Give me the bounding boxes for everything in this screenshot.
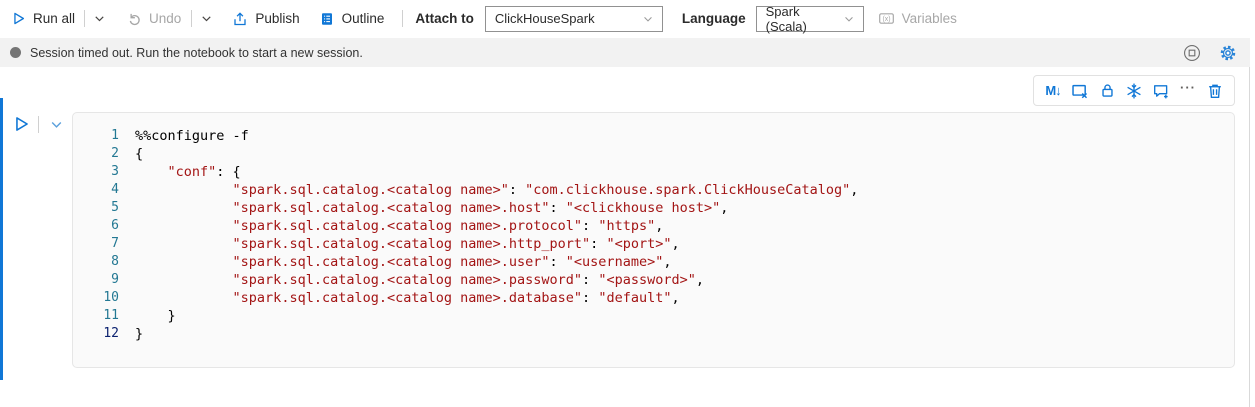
delete-cell-icon[interactable]: [1205, 81, 1225, 101]
separator: [402, 10, 403, 27]
variables-button[interactable]: (x) Variables: [878, 10, 957, 27]
run-cell-icon[interactable]: [11, 114, 31, 134]
undo-icon: [127, 11, 142, 26]
panel-edge-divider: [1249, 67, 1250, 407]
code-line[interactable]: 1%%configure -f: [73, 127, 1234, 145]
publish-icon: [232, 11, 248, 27]
variables-label: Variables: [902, 11, 957, 26]
code-line[interactable]: 3 "conf": {: [73, 163, 1234, 181]
outline-button[interactable]: Outline: [319, 11, 385, 27]
variables-icon: (x): [878, 10, 895, 27]
code-line[interactable]: 8 "spark.sql.catalog.<catalog name>.user…: [73, 253, 1234, 271]
code-line[interactable]: 7 "spark.sql.catalog.<catalog name>.http…: [73, 235, 1234, 253]
line-number: 9: [73, 271, 119, 289]
separator: [38, 116, 39, 133]
line-number: 4: [73, 181, 119, 199]
code-content: "spark.sql.catalog.<catalog name>.protoc…: [119, 217, 1234, 235]
run-all-dropdown-chevron-icon[interactable]: [93, 12, 106, 25]
command-toolbar: Run all Undo Publish Outline: [0, 0, 1255, 37]
code-line[interactable]: 11 }: [73, 307, 1234, 325]
undo-label: Undo: [149, 11, 181, 26]
run-all-button[interactable]: Run all: [11, 11, 75, 26]
line-number: 2: [73, 145, 119, 163]
code-content: "spark.sql.catalog.<catalog name>.user":…: [119, 253, 1234, 271]
code-content: "spark.sql.catalog.<catalog name>.passwo…: [119, 271, 1234, 289]
chevron-down-icon: [642, 13, 654, 25]
session-status-dot-icon: [10, 47, 21, 58]
markdown-glyph: M↓: [1045, 83, 1060, 98]
code-content: "spark.sql.catalog.<catalog name>.databa…: [119, 289, 1234, 307]
line-number: 3: [73, 163, 119, 181]
run-all-label: Run all: [33, 11, 75, 26]
freeze-cell-icon[interactable]: [1124, 81, 1144, 101]
code-line[interactable]: 4 "spark.sql.catalog.<catalog name>": "c…: [73, 181, 1234, 199]
code-content: "spark.sql.catalog.<catalog name>": "com…: [119, 181, 1234, 199]
code-line[interactable]: 5 "spark.sql.catalog.<catalog name>.host…: [73, 199, 1234, 217]
convert-to-markdown-icon[interactable]: M↓: [1043, 81, 1063, 101]
more-commands-icon[interactable]: ···: [1178, 81, 1198, 101]
attach-to-label: Attach to: [415, 11, 474, 26]
cell-actions-chevron-icon[interactable]: [46, 114, 66, 134]
undo-button[interactable]: Undo: [127, 11, 181, 26]
separator: [191, 10, 192, 27]
outline-icon: [319, 11, 335, 27]
add-comment-icon[interactable]: [1151, 81, 1171, 101]
line-number: 5: [73, 199, 119, 217]
clear-output-icon[interactable]: [1070, 81, 1090, 101]
ellipsis-glyph: ···: [1180, 81, 1196, 100]
code-content: }: [119, 307, 1234, 325]
line-number: 8: [73, 253, 119, 271]
code-editor[interactable]: 1%%configure -f2{3 "conf": {4 "spark.sql…: [72, 112, 1235, 368]
notebook-app: Run all Undo Publish Outline: [0, 0, 1255, 407]
line-number: 11: [73, 307, 119, 325]
undo-dropdown-chevron-icon[interactable]: [200, 12, 213, 25]
language-select[interactable]: Spark (Scala): [756, 6, 864, 32]
line-number: 6: [73, 217, 119, 235]
code-line[interactable]: 6 "spark.sql.catalog.<catalog name>.prot…: [73, 217, 1234, 235]
cell-gutter: [11, 114, 66, 134]
code-line[interactable]: 12}: [73, 325, 1234, 343]
active-cell-indicator: [0, 98, 3, 380]
session-settings-gear-icon[interactable]: [1218, 43, 1238, 63]
session-status-bar: Session timed out. Run the notebook to s…: [0, 38, 1250, 67]
cell-toolbar: M↓ ···: [1033, 75, 1235, 106]
code-line[interactable]: 9 "spark.sql.catalog.<catalog name>.pass…: [73, 271, 1234, 289]
code-content: "spark.sql.catalog.<catalog name>.host":…: [119, 199, 1234, 217]
code-content: %%configure -f: [119, 127, 1234, 145]
svg-text:(x): (x): [882, 16, 890, 23]
attach-to-value: ClickHouseSpark: [495, 11, 595, 26]
publish-label: Publish: [255, 11, 299, 26]
outline-label: Outline: [342, 11, 385, 26]
line-number: 7: [73, 235, 119, 253]
stop-session-icon[interactable]: [1182, 43, 1202, 63]
code-content: }: [119, 325, 1234, 343]
line-number: 12: [73, 325, 119, 343]
chevron-down-icon: [843, 13, 855, 25]
code-content: "conf": {: [119, 163, 1234, 181]
code-line[interactable]: 2{: [73, 145, 1234, 163]
line-number: 10: [73, 289, 119, 307]
code-line[interactable]: 10 "spark.sql.catalog.<catalog name>.dat…: [73, 289, 1234, 307]
language-value: Spark (Scala): [766, 4, 843, 34]
play-icon: [11, 11, 26, 26]
language-label: Language: [682, 11, 746, 26]
publish-button[interactable]: Publish: [232, 11, 299, 27]
line-number: 1: [73, 127, 119, 145]
code-content: "spark.sql.catalog.<catalog name>.http_p…: [119, 235, 1234, 253]
code-content: {: [119, 145, 1234, 163]
separator: [84, 10, 85, 27]
attach-to-select[interactable]: ClickHouseSpark: [485, 6, 663, 32]
session-message: Session timed out. Run the notebook to s…: [30, 46, 1182, 60]
lock-cell-icon[interactable]: [1097, 81, 1117, 101]
